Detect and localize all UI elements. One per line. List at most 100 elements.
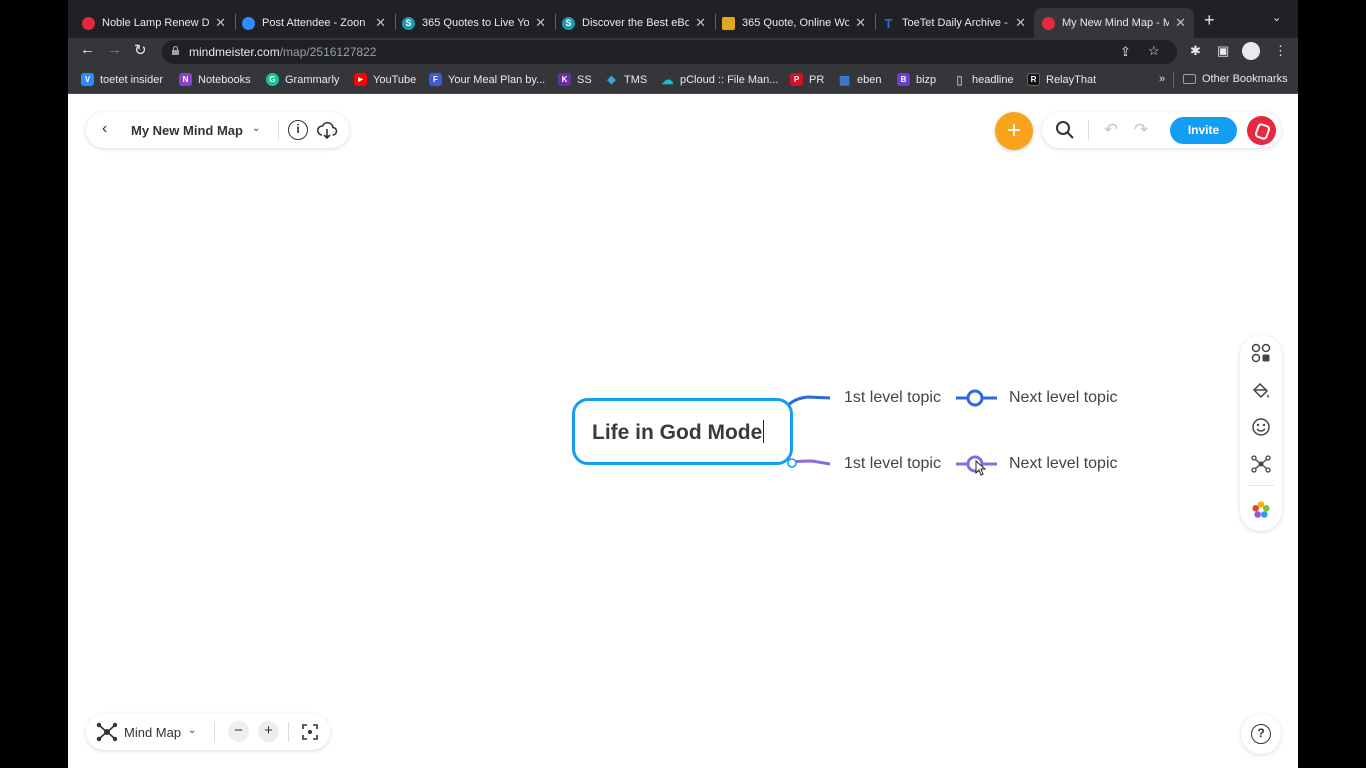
root-topic[interactable]: Life in God Mode — [572, 398, 793, 465]
bookmark-item[interactable]: Bbizp — [897, 73, 936, 86]
menu-dots-icon[interactable]: ⋮ — [1274, 43, 1287, 59]
tab-favicon: S — [402, 16, 415, 30]
bookmark-label: headline — [972, 73, 1014, 86]
tab-title: ToeTet Daily Archive - — [902, 17, 1008, 29]
help-icon: ? — [1251, 724, 1271, 744]
tab-search-chevron-icon[interactable]: ⌄ — [1272, 11, 1281, 24]
bookmark-label: PR — [809, 73, 825, 86]
map-title-bar: ‹ My New Mind Map ⌄ i — [86, 112, 349, 148]
add-button[interactable]: + — [995, 112, 1033, 150]
close-icon[interactable]: ✕ — [215, 15, 226, 31]
view-controls: Mind Map ⌄ − + — [86, 714, 330, 750]
address-bar[interactable]: mindmeister.com/map/2516127822 ⇪ ☆ — [162, 40, 1177, 64]
view-mode-label[interactable]: Mind Map — [124, 725, 181, 740]
forward-arrow-icon[interactable]: → — [107, 41, 122, 58]
extensions-icon[interactable]: ✱ — [1190, 43, 1201, 59]
bookmark-item[interactable]: Vtoetet insider — [81, 73, 163, 86]
share-icon[interactable]: ⇪ — [1120, 44, 1131, 60]
browser-tab[interactable]: Post Attendee - Zoon ✕ — [234, 8, 394, 38]
bookmark-item[interactable]: P PR — [790, 73, 824, 86]
bookmark-item[interactable]: ▯ headline — [953, 73, 1014, 87]
divider — [214, 722, 215, 742]
paint-bucket-icon[interactable] — [1251, 381, 1271, 401]
map-title[interactable]: My New Mind Map — [131, 123, 243, 138]
mind-map-icon[interactable] — [96, 722, 118, 742]
tab-favicon — [1042, 16, 1055, 30]
first-level-topic[interactable]: 1st level topic — [844, 389, 941, 407]
side-toolbar — [1240, 335, 1282, 531]
close-icon[interactable]: ✕ — [695, 15, 706, 31]
next-level-topic[interactable]: Next level topic — [1009, 455, 1118, 473]
help-button[interactable]: ? — [1241, 714, 1281, 754]
bookmark-label: Your Meal Plan by... — [448, 73, 546, 86]
bookmark-icon: V — [81, 73, 94, 86]
bookmark-label: toetet insider — [100, 73, 163, 86]
bookmark-icon: ▦ — [838, 72, 851, 87]
browser-tab[interactable]: S Discover the Best eBo ✕ — [554, 8, 714, 38]
emoji-icon[interactable] — [1251, 417, 1271, 437]
info-icon[interactable]: i — [288, 120, 308, 140]
bookmark-item[interactable]: F Your Meal Plan by... — [429, 73, 545, 86]
connection-icon[interactable] — [1251, 454, 1271, 474]
avatar[interactable] — [1247, 116, 1276, 145]
collapse-toggle[interactable] — [966, 389, 984, 407]
profile-icon[interactable] — [1242, 42, 1260, 60]
invite-button[interactable]: Invite — [1170, 117, 1237, 144]
bookmark-icon: ◆ — [607, 74, 616, 86]
url-path: /map/2516127822 — [279, 45, 377, 59]
cloud-download-icon[interactable] — [316, 119, 338, 141]
bookmarks-overflow-icon[interactable]: » — [1159, 73, 1165, 85]
search-icon[interactable] — [1055, 120, 1075, 140]
close-icon[interactable]: ✕ — [375, 15, 386, 31]
lock-icon — [172, 46, 179, 55]
first-level-topic[interactable]: 1st level topic — [844, 455, 941, 473]
close-icon[interactable]: ✕ — [855, 15, 866, 31]
new-tab-icon[interactable]: + — [1204, 10, 1215, 31]
side-panel-icon[interactable]: ▣ — [1217, 43, 1229, 59]
connector-handle[interactable] — [787, 458, 797, 468]
color-palette-icon[interactable] — [1251, 500, 1271, 520]
browser-tab[interactable]: Noble Lamp Renew D ✕ — [74, 8, 234, 38]
star-icon[interactable]: ☆ — [1148, 43, 1160, 59]
browser-tab[interactable]: 365 Quote, Online Wo ✕ — [714, 8, 874, 38]
bookmark-item[interactable]: ▦ eben — [838, 72, 882, 87]
close-icon[interactable]: ✕ — [1175, 15, 1186, 31]
reload-icon[interactable]: ↻ — [134, 41, 147, 59]
bookmark-item[interactable]: R RelayThat — [1027, 73, 1096, 86]
fit-to-screen-icon[interactable] — [302, 724, 318, 740]
close-icon[interactable]: ✕ — [535, 15, 546, 31]
bookmarks-bar: Vtoetet insider N Notebooks G Grammarly ▶ Y… — [68, 66, 1298, 94]
bookmark-item[interactable]: N Notebooks — [179, 73, 251, 86]
bookmark-icon: K — [558, 73, 571, 86]
back-arrow-icon[interactable]: ← — [80, 41, 95, 58]
layout-icon[interactable] — [1251, 343, 1271, 363]
bookmark-icon: N — [179, 73, 192, 86]
bookmark-item[interactable]: ▶ YouTube — [354, 73, 416, 86]
next-level-topic[interactable]: Next level topic — [1009, 389, 1118, 407]
undo-icon[interactable]: ↶ — [1104, 120, 1118, 140]
zoom-in-button[interactable]: + — [258, 721, 279, 742]
bookmark-icon: P — [790, 73, 803, 86]
browser-toolbar: ← → ↻ mindmeister.com/map/2516127822 ⇪ ☆… — [68, 38, 1298, 66]
other-bookmarks[interactable]: Other Bookmarks — [1183, 73, 1288, 85]
back-chevron-icon[interactable]: ‹ — [102, 120, 107, 138]
bookmark-icon: ☁ — [661, 72, 674, 87]
chevron-down-icon[interactable]: ⌄ — [188, 725, 196, 736]
tab-title: Noble Lamp Renew D — [102, 17, 210, 29]
browser-tab-active[interactable]: My New Mind Map - M ✕ — [1034, 8, 1194, 38]
bookmark-item[interactable]: K SS — [558, 73, 592, 86]
chevron-down-icon[interactable]: ⌄ — [252, 123, 260, 134]
browser-tab[interactable]: S 365 Quotes to Live Yo ✕ — [394, 8, 554, 38]
bookmark-item[interactable]: G Grammarly — [266, 73, 339, 86]
close-icon[interactable]: ✕ — [1015, 15, 1026, 31]
tab-title: 365 Quotes to Live Yo — [422, 17, 530, 29]
tab-favicon — [242, 16, 255, 30]
bookmark-item[interactable]: ☁ pCloud :: File Man... — [661, 72, 779, 87]
browser-tab[interactable]: T ToeTet Daily Archive - ✕ — [874, 8, 1034, 38]
redo-icon[interactable]: ↷ — [1134, 120, 1148, 140]
root-topic-text[interactable]: Life in God Mode — [592, 420, 764, 445]
zoom-out-button[interactable]: − — [228, 721, 249, 742]
mind-map-canvas[interactable]: Life in God Mode 1st level topic Next le… — [68, 95, 1298, 768]
bookmark-item[interactable]: ◆ TMS — [605, 73, 647, 87]
tab-title: My New Mind Map - M — [1062, 17, 1170, 29]
